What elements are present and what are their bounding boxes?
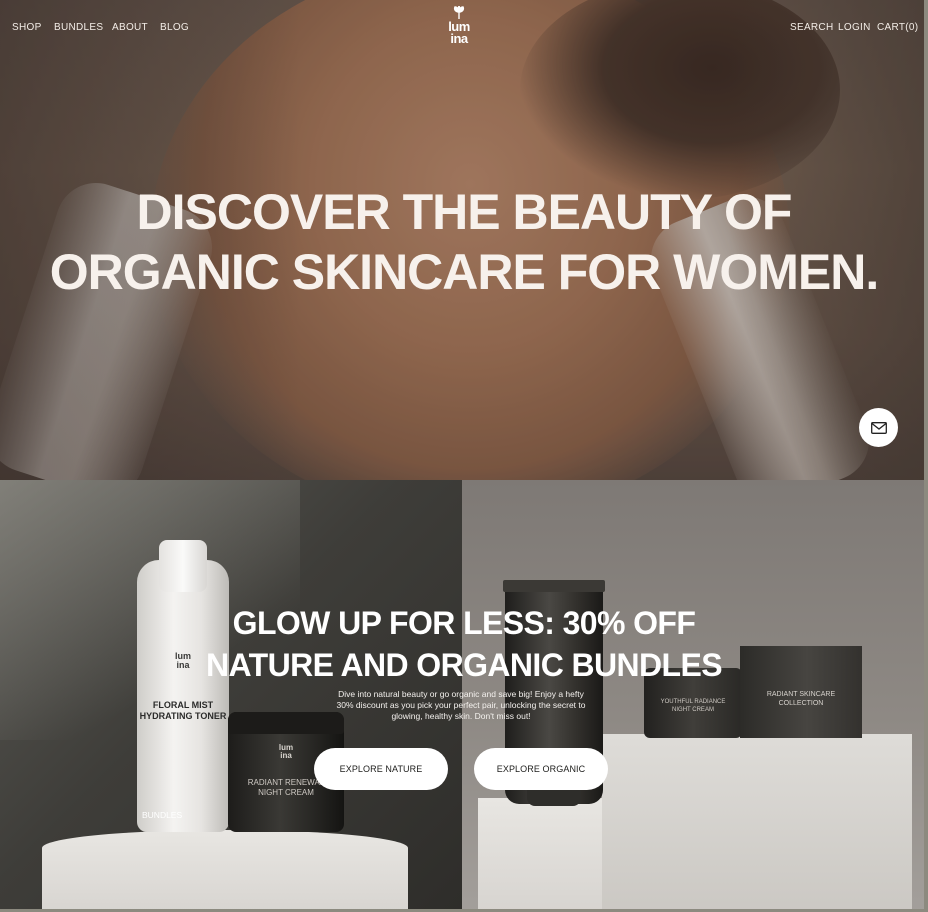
- promo-description-line1: Dive into natural beauty or go organic a…: [338, 689, 584, 699]
- bundles-tag: BUNDLES: [142, 810, 183, 820]
- page: SHOP BUNDLES ABOUT BLOG lum ina SEARCH L…: [0, 0, 928, 912]
- contact-button[interactable]: [859, 408, 898, 447]
- nav-login-link[interactable]: LOGIN: [838, 22, 871, 33]
- box-label-line2: COLLECTION: [778, 700, 824, 707]
- top-nav: SHOP BUNDLES ABOUT BLOG lum ina SEARCH L…: [0, 0, 928, 56]
- brand-logo[interactable]: lum ina: [442, 4, 476, 46]
- jar-label-line2: NIGHT CREAM: [258, 788, 314, 797]
- jar-label-line1: RADIANT RENEWAL: [247, 778, 325, 787]
- promo-description-line2: 30% discount as you pick your perfect pa…: [336, 700, 586, 710]
- explore-organic-button[interactable]: EXPLORE ORGANIC: [474, 748, 608, 790]
- box-label-line1: RADIANT SKINCARE: [766, 691, 836, 698]
- toner-bottle-image: lum ina FLORAL MIST HYDRATING TONER: [137, 540, 229, 832]
- nav-search-link[interactable]: SEARCH: [790, 22, 833, 33]
- bottle-label-line1: FLORAL MIST: [152, 700, 214, 710]
- bottle-cap: [159, 540, 207, 592]
- hero-title-line1: DISCOVER THE BEAUTY OF: [136, 184, 793, 240]
- nav-bundles-link[interactable]: BUNDLES: [54, 22, 103, 33]
- hero-section: SHOP BUNDLES ABOUT BLOG lum ina SEARCH L…: [0, 0, 928, 480]
- page-edge-right: [924, 0, 928, 912]
- explore-nature-button[interactable]: EXPLORE NATURE: [314, 748, 448, 790]
- tube-crimp: [503, 580, 605, 592]
- promo-title-line1: GLOW UP FOR LESS: 30% OFF: [232, 605, 696, 641]
- jar-lid: [228, 712, 344, 734]
- pedestal: [42, 830, 408, 912]
- pedestal: [602, 734, 912, 912]
- promo-title-line2: NATURE AND ORGANIC BUNDLES: [206, 647, 723, 683]
- nav-shop-link[interactable]: SHOP: [12, 22, 42, 33]
- promo-description: Dive into natural beauty or go organic a…: [334, 689, 588, 722]
- logo-text-bottom: ina: [450, 31, 468, 46]
- envelope-icon: [870, 421, 887, 434]
- product-logo: lum ina: [274, 744, 298, 770]
- promo-section: lum ina FLORAL MIST HYDRATING TONER lum …: [0, 480, 928, 912]
- jar2-label: YOUTHFUL RADIANCE NIGHT CREAM: [644, 698, 742, 714]
- bottle-label-line2: HYDRATING TONER: [139, 711, 227, 721]
- nav-cart-link[interactable]: CART(0): [877, 22, 918, 33]
- bottle-label: FLORAL MIST HYDRATING TONER: [137, 700, 229, 722]
- promo-title: GLOW UP FOR LESS: 30% OFF NATURE AND ORG…: [0, 602, 928, 686]
- hero-title: DISCOVER THE BEAUTY OF ORGANIC SKINCARE …: [0, 182, 928, 302]
- tube-cap: [527, 790, 581, 806]
- jar2-label-line2: NIGHT CREAM: [672, 707, 714, 713]
- nav-about-link[interactable]: ABOUT: [112, 22, 148, 33]
- promo-description-line3: glowing, healthy skin. Don't miss out!: [391, 711, 531, 721]
- nav-blog-link[interactable]: BLOG: [160, 22, 189, 33]
- jar2-label-line1: YOUTHFUL RADIANCE: [660, 699, 726, 705]
- box-label: RADIANT SKINCARE COLLECTION: [740, 690, 862, 708]
- product-logo-bottom: ina: [280, 751, 292, 760]
- hero-title-line2: ORGANIC SKINCARE FOR WOMEN.: [49, 244, 880, 300]
